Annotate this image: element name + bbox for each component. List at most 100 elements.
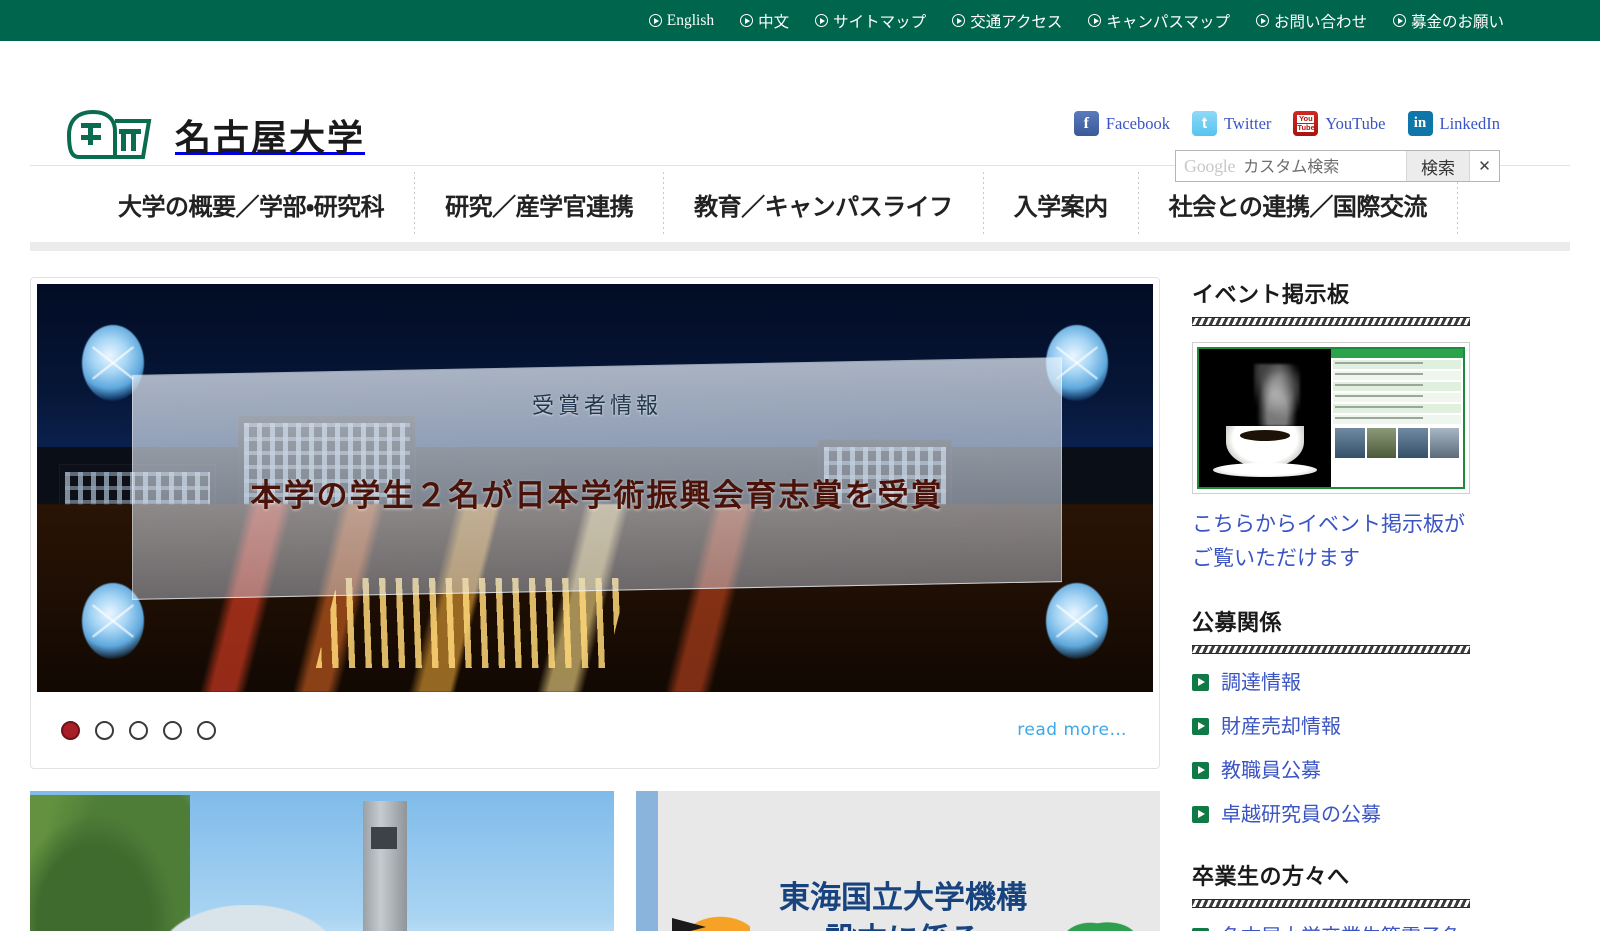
sidebar-link-property-sale[interactable]: 財産売却情報: [1192, 712, 1470, 741]
play-circle-icon: [952, 14, 966, 27]
search-input[interactable]: [1243, 156, 1398, 176]
feature-card-designated-national-university[interactable]: 指定国立大学法人の指定について: [30, 791, 614, 931]
arrow-square-icon: [1192, 718, 1209, 736]
gallery-thumb: [1335, 428, 1365, 458]
search-input-wrap[interactable]: Google: [1176, 151, 1407, 181]
page-content: 受賞者情報 本学の学生２名が日本学術振興会育志賞を受賞 read more… 東…: [0, 277, 1600, 931]
nav-item-society[interactable]: 社会との連携／国際交流: [1139, 187, 1457, 222]
link-list: 調達情報 財産売却情報 教職員公募 卓越研究員の公募: [1192, 668, 1470, 829]
dome-shape: [158, 905, 339, 931]
hero-slide[interactable]: 受賞者情報 本学の学生２名が日本学術振興会育志賞を受賞: [37, 284, 1153, 692]
orange-bird-logo-icon: [672, 912, 750, 931]
nav-item-overview[interactable]: 大学の概要／学部・研究科: [88, 187, 414, 222]
hero-kicker: 受賞者情報: [531, 394, 662, 419]
hero-text-group: 受賞者情報 本学の学生２名が日本学術振興会育志賞を受賞: [132, 366, 1062, 591]
search-submit-button[interactable]: 検索: [1407, 151, 1469, 181]
top-link-label: 交通アクセス: [970, 13, 1063, 31]
play-circle-icon: [1392, 14, 1406, 27]
social-link-facebook[interactable]: f Facebook: [1073, 111, 1170, 136]
top-link-sitemap[interactable]: サイトマップ: [815, 10, 926, 32]
green-leaf-logo-icon: [1056, 912, 1134, 931]
listing-row: [1333, 393, 1461, 402]
carousel-dot-1[interactable]: [61, 720, 80, 740]
gallery-thumb: [1429, 428, 1459, 458]
carousel-dot-5[interactable]: [197, 720, 216, 740]
top-link-english[interactable]: English: [648, 11, 715, 30]
top-link-access[interactable]: 交通アクセス: [952, 10, 1062, 32]
arrow-square-icon: [1192, 806, 1209, 824]
twitter-icon: t: [1192, 111, 1217, 136]
sidebar-link-alumni-directory[interactable]: 名古屋大学卒業生等電子名簿 ー 登録とログインはこちら: [1192, 922, 1470, 931]
sidebar-section-event-board: イベント掲示板 こちらからイベント掲示板がご覧いただけます: [1192, 277, 1470, 575]
top-link-label: English: [666, 11, 715, 29]
banner-title: 東海国立大学機構設立に係る 基本合意書締結: [768, 878, 1038, 931]
play-circle-icon: [815, 14, 829, 27]
carousel-dots: [61, 720, 216, 740]
nav-item-admissions[interactable]: 入学案内: [984, 187, 1138, 222]
hero-carousel: 受賞者情報 本学の学生２名が日本学術振興会育志賞を受賞 read more…: [30, 277, 1160, 769]
social-links: f Facebook t Twitter You Tube YouTube in …: [1073, 111, 1500, 136]
carousel-dot-3[interactable]: [129, 720, 148, 740]
gallery-thumb: [1398, 428, 1428, 458]
sidebar-link-label: 卓越研究員の公募: [1221, 802, 1381, 827]
site-logo-link[interactable]: 名古屋大学: [63, 107, 365, 163]
listing-row: [1333, 382, 1461, 391]
social-label: Facebook: [1105, 113, 1170, 133]
social-link-linkedin[interactable]: in LinkedIn: [1407, 111, 1500, 136]
nav-item-research[interactable]: 研究／産学官連携: [415, 187, 663, 222]
main-column: 受賞者情報 本学の学生２名が日本学術振興会育志賞を受賞 read more… 東…: [30, 277, 1160, 931]
brand-name: 名古屋大学: [175, 117, 366, 159]
sidebar-link-label: 財産売却情報: [1221, 714, 1341, 739]
sidebar-link-label: 教職員公募: [1221, 758, 1321, 783]
listing-row: [1333, 404, 1461, 413]
carousel-dot-2[interactable]: [95, 720, 114, 740]
carousel-dot-4[interactable]: [163, 720, 182, 740]
coffee-photo: [1199, 349, 1331, 487]
read-more-link[interactable]: read more…: [1017, 720, 1127, 740]
listing-row: [1333, 360, 1461, 369]
play-circle-icon: [1088, 14, 1102, 27]
sidebar-heading: 公募関係: [1192, 611, 1283, 637]
top-utility-bar: English 中文 サイトマップ 交通アクセス キャンパスマップ お問い合わせ…: [0, 0, 1600, 41]
google-logo-icon: Google: [1184, 155, 1236, 176]
banner-title-line1: 東海国立大学機構設立に係る: [779, 880, 1027, 931]
social-link-twitter[interactable]: t Twitter: [1192, 111, 1271, 136]
feature-card-tokai-national-higher-education[interactable]: 東海国立大学機構設立に係る 基本合意書締結: [636, 791, 1160, 931]
top-link-chinese[interactable]: 中文: [740, 10, 789, 32]
youtube-icon: You Tube: [1293, 111, 1319, 136]
hatch-divider: [1192, 645, 1470, 655]
social-link-youtube[interactable]: You Tube YouTube: [1293, 111, 1386, 136]
social-label: Twitter: [1224, 113, 1272, 133]
search-clear-button[interactable]: ✕: [1469, 151, 1499, 181]
sidebar-heading: 卒業生の方々へ: [1192, 865, 1350, 891]
sidebar-section-alumni: 卒業生の方々へ 名古屋大学卒業生等電子名簿 ー 登録とログインはこちら: [1192, 859, 1470, 931]
sidebar-link-procurement[interactable]: 調達情報: [1192, 668, 1470, 697]
play-circle-icon: [648, 14, 662, 27]
social-label: LinkedIn: [1439, 113, 1500, 133]
top-link-label: お問い合わせ: [1273, 13, 1367, 31]
listing-header-bar: [1331, 349, 1463, 358]
sidebar: イベント掲示板 こちらからイベント掲示板がご覧いただけます 公募関係 調達情報 …: [1188, 277, 1470, 931]
feature-cards: 指定国立大学法人の指定について 東海国立大学機構設立に係る 基本合意書締結: [30, 791, 1160, 931]
tower-shape: [362, 801, 407, 931]
sidebar-link-label: 名古屋大学卒業生等電子名簿 ー 登録とログインはこちら: [1221, 922, 1470, 931]
event-board-thumbnail[interactable]: [1192, 342, 1470, 494]
hatch-divider: [1192, 317, 1470, 326]
steam-shape: [1254, 364, 1301, 427]
listing-rows: [1331, 358, 1463, 487]
facebook-icon: f: [1073, 111, 1099, 136]
event-board-link[interactable]: こちらからイベント掲示板がご覧いただけます: [1192, 508, 1470, 575]
sidebar-link-excellent-researcher[interactable]: 卓越研究員の公募: [1192, 800, 1470, 829]
top-link-donation[interactable]: 募金のお願い: [1392, 10, 1504, 32]
nav-item-education[interactable]: 教育／キャンパスライフ: [664, 187, 983, 222]
top-link-contact[interactable]: お問い合わせ: [1255, 10, 1367, 32]
hatch-divider: [1192, 899, 1470, 909]
sidebar-link-label: 調達情報: [1221, 670, 1301, 695]
top-link-campusmap[interactable]: キャンパスマップ: [1088, 10, 1230, 32]
listing-row: [1333, 371, 1461, 380]
sidebar-link-staff-recruitment[interactable]: 教職員公募: [1192, 756, 1470, 785]
banner-body: 東海国立大学機構設立に係る 基本合意書締結: [636, 791, 1160, 931]
linkedin-icon: in: [1407, 111, 1433, 136]
arrow-square-icon: [1192, 674, 1209, 692]
play-circle-icon: [1255, 14, 1269, 27]
